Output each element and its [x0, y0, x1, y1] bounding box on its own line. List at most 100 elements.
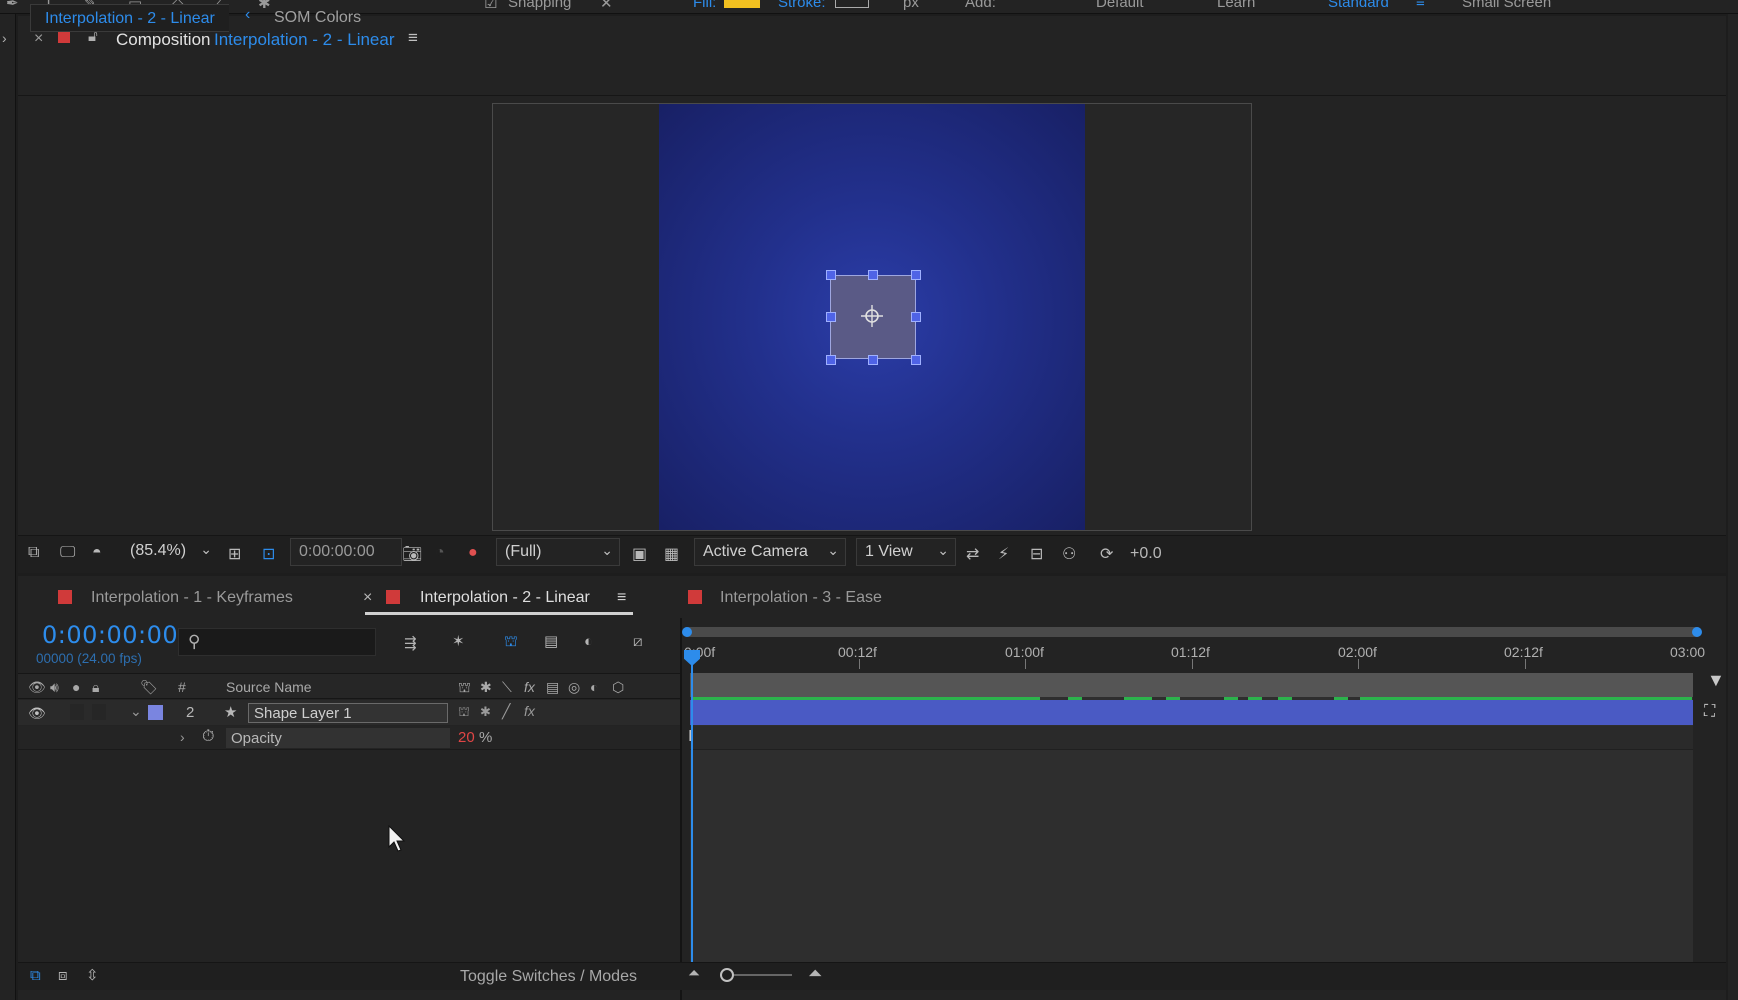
reset-exposure-icon[interactable]: ⟳: [1100, 544, 1113, 564]
work-area-start-handle[interactable]: [682, 627, 692, 637]
transform-handle[interactable]: [826, 355, 836, 365]
workspace-small-screen[interactable]: Small Screen: [1462, 0, 1551, 11]
panel-divider[interactable]: [680, 618, 682, 1000]
zoom-out-icon[interactable]: ⏶: [688, 966, 700, 981]
draft-3d-icon[interactable]: ✶: [452, 634, 465, 649]
transfer-controls-icon[interactable]: ⧈: [58, 968, 68, 983]
expand-panel-icon[interactable]: ›: [2, 30, 7, 46]
workspace-standard[interactable]: Standard: [1328, 0, 1389, 11]
layer-number-header[interactable]: #: [178, 679, 186, 695]
breadcrumb-arrow-icon[interactable]: ‹: [245, 6, 250, 24]
solo-box[interactable]: [70, 704, 84, 720]
layer-marker-icon[interactable]: ⛶: [1704, 703, 1715, 721]
always-preview-icon[interactable]: ⧉: [28, 544, 39, 562]
workspace-learn[interactable]: Learn: [1217, 0, 1255, 11]
close-panel-icon[interactable]: ×: [34, 30, 43, 48]
region-of-interest-icon[interactable]: ▣: [632, 544, 647, 564]
exposure-value[interactable]: +0.0: [1130, 545, 1162, 563]
hide-shy-layers-icon[interactable]: ⛫: [504, 634, 518, 649]
comp-marker-bin-icon[interactable]: ▼: [1707, 670, 1725, 691]
transform-handle[interactable]: [868, 270, 878, 280]
3d-switch-icon[interactable]: ⬡: [612, 679, 624, 696]
chevron-right-icon[interactable]: ›: [180, 729, 185, 745]
eye-icon[interactable]: 👁︎: [28, 705, 46, 722]
quality-switch-icon[interactable]: ⟍: [502, 679, 512, 696]
motion-blur-icon[interactable]: ◐: [584, 634, 593, 649]
close-tab-icon[interactable]: ×: [363, 589, 372, 607]
lock-switch-icon[interactable]: 🔒︎: [92, 679, 99, 696]
work-area-bar[interactable]: [684, 627, 1700, 637]
source-name-header[interactable]: Source Name: [226, 679, 312, 695]
layer-label-color[interactable]: [148, 705, 163, 720]
transform-handle[interactable]: [911, 355, 921, 365]
breadcrumb-parent-comp[interactable]: SOM Colors: [274, 9, 361, 27]
camera-dropdown[interactable]: Active Camera ⌄: [694, 538, 846, 566]
shy-switch-icon[interactable]: ⛫: [458, 679, 471, 698]
pen-tool-icon[interactable]: ✒: [6, 0, 19, 12]
timeline-icon[interactable]: ⊟: [1030, 544, 1043, 564]
composition-name[interactable]: Interpolation - 2 - Linear: [214, 30, 395, 50]
transform-handle[interactable]: [911, 270, 921, 280]
zoom-slider-thumb[interactable]: [720, 968, 734, 982]
snapping-label[interactable]: Snapping: [508, 0, 571, 11]
breadcrumb-current-comp[interactable]: Interpolation - 2 - Linear: [30, 4, 229, 32]
toggle-switches-modes-button[interactable]: Toggle Switches / Modes: [460, 968, 637, 986]
snapping-checkbox-icon[interactable]: ☑: [484, 0, 497, 12]
transparency-grid-icon[interactable]: ⊡: [262, 544, 275, 564]
current-time-field[interactable]: 0:00:00:00: [290, 538, 402, 566]
stroke-swatch[interactable]: [835, 0, 869, 8]
snapping-options-icon[interactable]: ✕: [600, 0, 613, 12]
stroke-label[interactable]: Stroke:: [778, 0, 826, 11]
tab-menu-icon[interactable]: ≡: [617, 589, 626, 607]
lock-box[interactable]: [92, 704, 106, 720]
puppet-tool-icon[interactable]: ✱: [258, 0, 271, 12]
workspace-default[interactable]: Default: [1096, 0, 1144, 11]
transform-handle[interactable]: [911, 312, 921, 322]
stopwatch-icon[interactable]: ⏱︎: [202, 728, 214, 746]
chevron-down-icon[interactable]: ⌄: [130, 703, 142, 720]
layer-duration-bar[interactable]: [690, 700, 1693, 725]
safe-zones-icon[interactable]: ⊞: [228, 544, 241, 564]
anchor-point-icon[interactable]: [859, 303, 885, 329]
fill-swatch[interactable]: [724, 0, 760, 8]
toggle-pixel-aspect-icon[interactable]: ⇄: [966, 544, 979, 564]
fill-label[interactable]: Fill:: [693, 0, 716, 11]
opacity-track[interactable]: [690, 726, 1693, 750]
zoom-dropdown[interactable]: (85.4%) ⌄: [122, 538, 218, 566]
current-time-indicator[interactable]: [691, 656, 693, 962]
resolution-dropdown[interactable]: (Full) ⌄: [496, 538, 620, 566]
transform-handle[interactable]: [868, 355, 878, 365]
video-switch-icon[interactable]: 👁︎: [28, 679, 46, 696]
effects-switch-icon[interactable]: fx: [524, 703, 535, 719]
transform-handle[interactable]: [826, 312, 836, 322]
color-channels-icon[interactable]: ●: [468, 544, 478, 562]
fast-preview-icon[interactable]: ⚡︎: [998, 544, 1009, 564]
work-area-end-handle[interactable]: [1692, 627, 1702, 637]
mask-visibility-icon[interactable]: ◓: [92, 544, 102, 562]
layer-name[interactable]: Shape Layer 1: [248, 703, 448, 723]
timeline-timecode[interactable]: 0:00:00:00: [42, 621, 178, 649]
add-label[interactable]: Add:: [965, 0, 996, 11]
quality-switch-icon[interactable]: ╱: [502, 703, 510, 720]
adjustment-switch-icon[interactable]: ◐: [590, 679, 598, 695]
flowchart-icon[interactable]: ⚇: [1062, 544, 1076, 564]
tab-interpolation-1-keyframes[interactable]: Interpolation - 1 - Keyframes: [91, 589, 293, 607]
effects-switch-icon[interactable]: fx: [524, 679, 535, 695]
tab-interpolation-3-ease[interactable]: Interpolation - 3 - Ease: [720, 589, 882, 607]
comp-flowchart-icon[interactable]: ⇶: [404, 636, 417, 651]
motion-blur-switch-icon[interactable]: ◎: [568, 679, 580, 696]
preview-monitor-icon[interactable]: 🖵︎: [60, 544, 75, 562]
audio-switch-icon[interactable]: 🔊︎: [50, 679, 59, 696]
opacity-value[interactable]: 20: [458, 729, 475, 746]
panel-menu-icon[interactable]: ≡: [408, 28, 418, 48]
frame-blending-icon[interactable]: ▤: [544, 634, 558, 649]
zoom-in-icon[interactable]: ⏶: [808, 964, 822, 982]
layer-search-input[interactable]: [178, 628, 376, 656]
workspace-menu-icon[interactable]: ≡: [1416, 0, 1425, 11]
layer-switches-icon[interactable]: ⧉: [30, 968, 41, 983]
shy-switch-icon[interactable]: ⛫: [458, 704, 470, 722]
collapse-switch-icon[interactable]: ✱: [480, 704, 491, 720]
tab-interpolation-2-linear[interactable]: Interpolation - 2 - Linear: [420, 589, 590, 607]
snapshot-camera-icon[interactable]: 📷︎: [402, 544, 422, 564]
in-out-columns-icon[interactable]: ⇳: [86, 968, 99, 983]
